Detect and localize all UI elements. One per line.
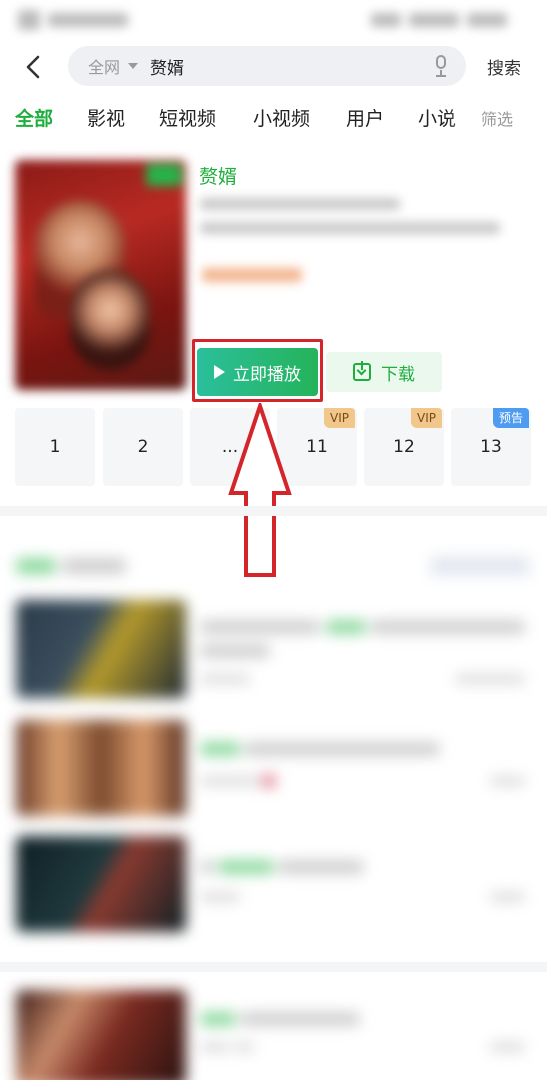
- search-input[interactable]: 赘婿: [150, 54, 432, 79]
- caret-down-icon[interactable]: [128, 63, 139, 69]
- video-meta-block: [455, 674, 525, 684]
- video-title-block: [200, 620, 320, 634]
- tab-short-video[interactable]: 短视频: [159, 104, 216, 131]
- video-title-block: [326, 620, 366, 634]
- section-divider: [0, 962, 547, 972]
- battery-block: [409, 13, 459, 27]
- status-left: [18, 10, 128, 30]
- category-tabs: 全部 影视 短视频 小视频 用户 小说 筛选: [0, 96, 547, 140]
- video-title-block: [278, 860, 364, 874]
- back-button[interactable]: [20, 50, 46, 84]
- tab-users[interactable]: 用户: [346, 104, 384, 131]
- status-right: [371, 13, 507, 27]
- video-meta-block: [234, 1042, 254, 1052]
- network-block: [48, 13, 128, 27]
- result-title[interactable]: 赘婿: [199, 162, 237, 189]
- episode-button[interactable]: 2: [103, 408, 183, 486]
- poster-badge: [146, 164, 182, 186]
- search-button[interactable]: 搜索: [487, 54, 521, 79]
- video-title-block: [200, 860, 214, 874]
- section-more-block: [430, 556, 530, 576]
- play-now-button[interactable]: 立即播放: [197, 348, 318, 396]
- time-block: [467, 13, 507, 27]
- video-title-block: [200, 742, 240, 756]
- search-box[interactable]: 全网 赘婿: [68, 46, 466, 86]
- preview-badge: 预告: [492, 408, 529, 428]
- download-button[interactable]: 下载: [326, 352, 442, 392]
- play-now-label: 立即播放: [233, 364, 301, 385]
- video-title-block: [244, 742, 440, 756]
- meta-tag: [202, 268, 302, 282]
- meta-line: [200, 198, 400, 210]
- video-title-block: [218, 860, 274, 874]
- download-label: 下载: [381, 364, 415, 385]
- download-icon: [353, 361, 371, 381]
- video-thumbnail[interactable]: [16, 600, 186, 698]
- video-meta-block: [490, 892, 525, 902]
- status-bar: [0, 0, 547, 40]
- play-icon: [214, 365, 225, 379]
- section-title-block: [16, 558, 56, 574]
- video-meta-block: [200, 776, 260, 786]
- tab-all[interactable]: 全部: [15, 104, 53, 131]
- episode-label: 1: [49, 437, 61, 457]
- video-meta-block: [200, 892, 240, 902]
- video-title-block: [200, 1012, 236, 1026]
- filter-button[interactable]: 筛选: [481, 106, 513, 130]
- search-scope[interactable]: 全网: [88, 54, 120, 78]
- episode-button[interactable]: 1: [15, 408, 95, 486]
- result-poster[interactable]: [15, 160, 186, 390]
- section-title-block: [62, 558, 126, 574]
- carrier-block: [18, 10, 40, 30]
- vip-badge: VIP: [324, 408, 355, 428]
- video-title-block: [200, 644, 270, 658]
- video-title-block: [240, 1012, 360, 1026]
- video-thumbnail[interactable]: [16, 990, 186, 1080]
- search-header: 全网 赘婿 搜索: [0, 44, 547, 92]
- vip-badge: VIP: [411, 408, 442, 428]
- poster-figure: [70, 270, 150, 370]
- video-meta-block: [200, 1042, 230, 1052]
- meta-line: [200, 222, 500, 234]
- video-thumbnail[interactable]: [16, 836, 186, 932]
- video-meta-block: [490, 1042, 525, 1052]
- episode-label: 13: [480, 437, 502, 457]
- episode-label: 2: [137, 437, 149, 457]
- section-divider: [0, 506, 547, 516]
- video-meta-block: [490, 776, 525, 786]
- tab-mini-video[interactable]: 小视频: [253, 104, 310, 131]
- tab-film-tv[interactable]: 影视: [87, 104, 125, 131]
- episode-button[interactable]: 预告 13: [451, 408, 531, 486]
- chevron-left-icon: [26, 55, 40, 79]
- microphone-icon[interactable]: [432, 55, 450, 77]
- signal-block: [371, 13, 401, 27]
- episode-label: 12: [393, 437, 415, 457]
- video-title-block: [370, 620, 525, 634]
- video-thumbnail[interactable]: [16, 720, 186, 816]
- episode-button[interactable]: VIP 12: [364, 408, 444, 486]
- annotation-arrow-icon: [228, 403, 292, 577]
- video-meta-block: [262, 774, 276, 788]
- video-meta-block: [200, 674, 250, 684]
- episode-label: 11: [306, 437, 328, 457]
